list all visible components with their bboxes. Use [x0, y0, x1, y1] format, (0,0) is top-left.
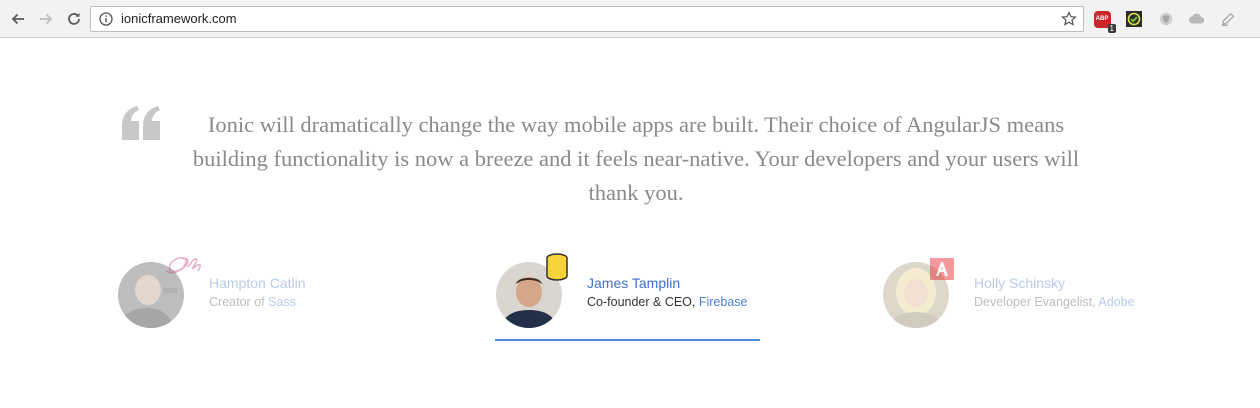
firebase-database-icon [546, 253, 568, 281]
back-button[interactable] [7, 8, 29, 30]
reload-icon [68, 12, 80, 25]
adobe-logo-icon [930, 258, 954, 280]
company-link[interactable]: Firebase [699, 295, 748, 309]
pen-extension-icon [1221, 12, 1235, 26]
arrow-right-icon [40, 13, 53, 25]
shield-extension-icon [1159, 12, 1173, 26]
cloud-extension[interactable] [1187, 9, 1207, 29]
checkmark-extension-icon [1126, 11, 1142, 27]
info-icon[interactable] [99, 12, 113, 26]
sass-logo-icon [165, 256, 202, 274]
testimonial-james-tamplin[interactable]: James Tamplin Co-founder & CEO, Firebase [496, 253, 760, 328]
adblock-count-badge: 1 [1107, 24, 1116, 33]
testimonial-holly-schinsky[interactable]: Holly Schinsky Developer Evangelist, Ado… [883, 258, 1153, 328]
company-link[interactable]: Adobe [1098, 295, 1134, 309]
checkmark-extension[interactable] [1124, 9, 1144, 29]
testimonial-hampton-catlin[interactable]: Hampton Catlin Creator of Sass [118, 256, 378, 328]
url-text[interactable]: ionicframework.com [121, 11, 237, 26]
testimonial-role: Developer Evangelist, Adobe [974, 295, 1135, 309]
company-link[interactable]: Sass [268, 295, 296, 309]
shield-extension[interactable] [1156, 9, 1176, 29]
bookmark-star-icon[interactable] [1061, 11, 1077, 27]
adblock-label: ABP [1095, 16, 1109, 22]
testimonial-name: Holly Schinsky [974, 275, 1066, 291]
cloud-extension-icon [1189, 13, 1205, 24]
testimonial-role: Co-founder & CEO, Firebase [587, 295, 748, 309]
active-testimonial-indicator [495, 339, 760, 341]
testimonial-name: James Tamplin [587, 275, 681, 291]
browser-toolbar: ionicframework.com ABP 1 [0, 0, 1260, 38]
role-text: Creator of [209, 295, 269, 309]
pen-extension[interactable] [1218, 9, 1238, 29]
address-bar[interactable]: ionicframework.com [90, 6, 1084, 32]
role-text: Co-founder & CEO, [587, 295, 699, 309]
arrow-left-icon [11, 13, 24, 25]
testimonial-role: Creator of Sass [209, 295, 296, 309]
adblock-plus-extension[interactable]: ABP 1 [1092, 9, 1116, 33]
testimonial-name: Hampton Catlin [209, 275, 306, 291]
reload-button[interactable] [63, 8, 85, 30]
forward-button[interactable] [35, 8, 57, 30]
role-text: Developer Evangelist, [974, 295, 1099, 309]
quote-mark-icon [122, 106, 160, 140]
testimonial-quote: Ionic will dramatically change the way m… [192, 112, 1080, 205]
